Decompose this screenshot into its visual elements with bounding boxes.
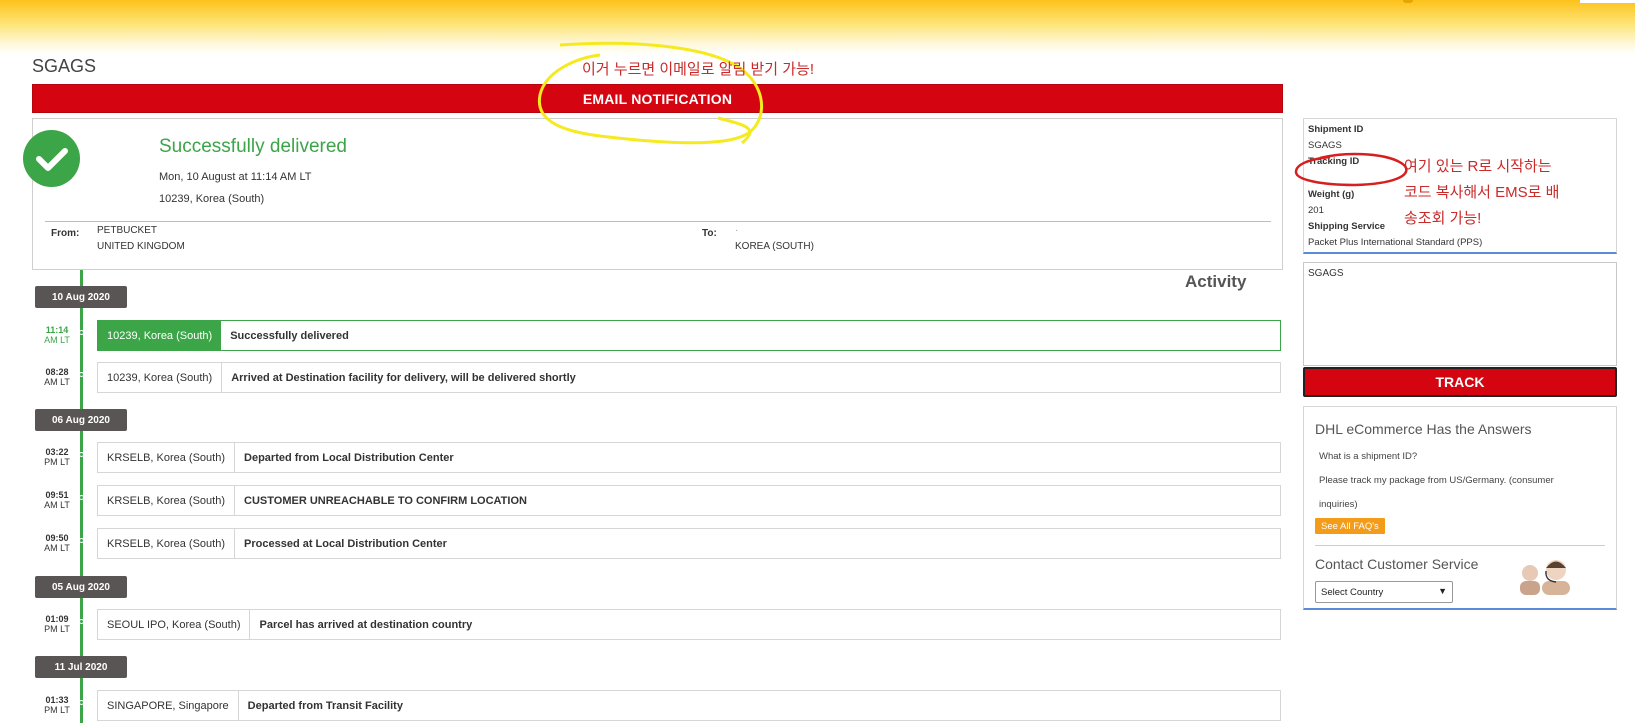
event-description: Processed at Local Distribution Center xyxy=(244,537,447,550)
faq-link-track-package[interactable]: Please track my package from US/Germany.… xyxy=(1319,475,1554,486)
tracking-annotation-line-2: 코드 복사해서 EMS로 배 xyxy=(1404,184,1560,201)
timeline-dot xyxy=(79,452,84,457)
delivery-status: Successfully delivered xyxy=(159,136,347,157)
event-location: SEOUL IPO, Korea (South) xyxy=(98,610,251,639)
from-line-1: PETBUCKET xyxy=(97,225,158,236)
event-description: CUSTOMER UNREACHABLE TO CONFIRM LOCATION xyxy=(244,494,527,507)
timeline-dot xyxy=(79,372,84,377)
event-time-suffix: PM LT xyxy=(44,457,70,467)
country-select-value: Select Country xyxy=(1321,586,1384,598)
timeline-event: 10239, Korea (South) Arrived at Destinat… xyxy=(97,362,1281,393)
shipment-id-value: SGAGS xyxy=(1308,140,1342,151)
to-line-1: · xyxy=(735,225,739,236)
event-time-suffix: AM LT xyxy=(44,543,70,553)
activity-heading: Activity xyxy=(1185,272,1247,291)
summary-divider xyxy=(45,221,1271,222)
to-line-2: KOREA (SOUTH) xyxy=(735,241,814,252)
delivery-datetime: Mon, 10 August at 11:14 AM LT xyxy=(159,171,312,183)
timeline-event: SEOUL IPO, Korea (South) Parcel has arri… xyxy=(97,609,1281,640)
event-time-value: 03:22 xyxy=(45,447,69,457)
event-time-suffix: AM LT xyxy=(44,500,70,510)
date-badge: 10 Aug 2020 xyxy=(35,286,127,308)
shipping-service-label: Shipping Service xyxy=(1308,221,1386,232)
timeline-event: SINGAPORE, Singapore Departed from Trans… xyxy=(97,690,1281,721)
faq-panel: DHL eCommerce Has the Answers What is a … xyxy=(1303,406,1617,610)
to-label: To: xyxy=(702,228,717,239)
event-time-value: 09:51 xyxy=(45,490,69,500)
tracking-id-label: Tracking ID xyxy=(1308,156,1360,167)
shipment-id-label: Shipment ID xyxy=(1308,124,1364,135)
tracking-annotation-line-1: 여기 있는 R로 시작하는 xyxy=(1404,158,1552,175)
contact-title: Contact Customer Service xyxy=(1315,556,1479,572)
timeline-dot xyxy=(79,495,84,500)
event-time-value: 01:33 xyxy=(45,695,69,705)
event-time: 08:28 AM LT xyxy=(40,367,74,387)
delivery-summary-card: Successfully delivered Mon, 10 August at… xyxy=(32,118,1283,270)
chevron-down-icon: ▼ xyxy=(1438,586,1447,596)
delivered-check-icon xyxy=(23,130,80,187)
event-time: 01:09 PM LT xyxy=(40,614,74,634)
timeline-dot xyxy=(79,538,84,543)
tracking-number-input[interactable]: SGAGS xyxy=(1303,262,1617,366)
event-description: Departed from Local Distribution Center xyxy=(244,451,454,464)
event-time: 01:33 PM LT xyxy=(40,695,74,715)
weight-label: Weight (g) xyxy=(1308,189,1355,200)
from-line-2: UNITED KINGDOM xyxy=(97,241,185,252)
track-button[interactable]: TRACK xyxy=(1303,367,1617,397)
event-location: KRSELB, Korea (South) xyxy=(98,486,236,515)
event-time-value: 09:50 xyxy=(45,533,69,543)
event-time: 09:50 AM LT xyxy=(40,533,74,553)
faq-link-shipment-id[interactable]: What is a shipment ID? xyxy=(1319,451,1417,462)
from-address: PETBUCKET UNITED KINGDOM xyxy=(97,223,185,255)
date-badge: 11 Jul 2020 xyxy=(35,656,127,678)
event-time: 11:14 AM LT xyxy=(40,325,74,345)
date-badge: 06 Aug 2020 xyxy=(35,409,127,431)
email-notification-button[interactable]: EMAIL NOTIFICATION xyxy=(32,84,1283,113)
faq-link-track-package-cont[interactable]: inquiries) xyxy=(1319,499,1358,510)
event-time-suffix: AM LT xyxy=(44,335,70,345)
event-location: KRSELB, Korea (South) xyxy=(98,443,236,472)
timeline-event: KRSELB, Korea (South) Processed at Local… xyxy=(97,528,1281,559)
event-description: Arrived at Destination facility for deli… xyxy=(231,371,576,384)
event-time: 09:51 AM LT xyxy=(40,490,74,510)
event-description: Departed from Transit Facility xyxy=(247,699,403,712)
timeline-event: KRSELB, Korea (South) CUSTOMER UNREACHAB… xyxy=(97,485,1281,516)
shipment-id-heading: SGAGS xyxy=(32,56,97,76)
banner-corner xyxy=(1580,0,1635,3)
timeline-event: KRSELB, Korea (South) Departed from Loca… xyxy=(97,442,1281,473)
delivery-location: 10239, Korea (South) xyxy=(159,193,265,205)
event-time-value: 08:28 xyxy=(45,367,69,377)
tracking-annotation: 여기 있는 R로 시작하는 코드 복사해서 EMS로 배 송조회 가능! xyxy=(1404,154,1559,232)
event-time: 03:22 PM LT xyxy=(40,447,74,467)
event-description: Successfully delivered xyxy=(230,329,349,342)
shipping-service-value: Packet Plus International Standard (PPS) xyxy=(1308,237,1483,248)
event-location: 10239, Korea (South) xyxy=(98,321,222,350)
tracking-annotation-line-3: 송조회 가능! xyxy=(1404,210,1482,227)
event-time-suffix: PM LT xyxy=(44,624,70,634)
banner-decoration xyxy=(1403,0,1413,3)
faq-divider xyxy=(1315,545,1605,546)
event-time-suffix: PM LT xyxy=(44,705,70,715)
timeline-dot xyxy=(79,700,84,705)
to-address: · KOREA (SOUTH) xyxy=(735,223,814,255)
event-description: Parcel has arrived at destination countr… xyxy=(259,618,473,631)
event-location: KRSELB, Korea (South) xyxy=(98,529,236,558)
event-location: SINGAPORE, Singapore xyxy=(98,691,239,720)
date-badge: 05 Aug 2020 xyxy=(35,576,127,598)
timeline-event: 10239, Korea (South) Successfully delive… xyxy=(97,320,1281,351)
email-annotation: 이거 누르면 이메일로 알림 받기 가능! xyxy=(582,61,815,78)
country-select[interactable]: Select Country ▼ xyxy=(1315,581,1453,603)
faq-title: DHL eCommerce Has the Answers xyxy=(1315,421,1532,437)
see-all-faqs-button[interactable]: See All FAQ's xyxy=(1315,518,1385,534)
from-label: From: xyxy=(51,228,80,239)
timeline-dot xyxy=(79,330,84,335)
event-time-value: 01:09 xyxy=(45,614,69,624)
event-location: 10239, Korea (South) xyxy=(98,363,223,392)
event-time-suffix: AM LT xyxy=(44,377,70,387)
event-time-value: 11:14 xyxy=(45,325,69,335)
top-banner xyxy=(0,0,1635,55)
timeline-dot xyxy=(79,619,84,624)
weight-value: 201 xyxy=(1308,205,1324,216)
customer-service-agent-icon xyxy=(1520,560,1570,595)
